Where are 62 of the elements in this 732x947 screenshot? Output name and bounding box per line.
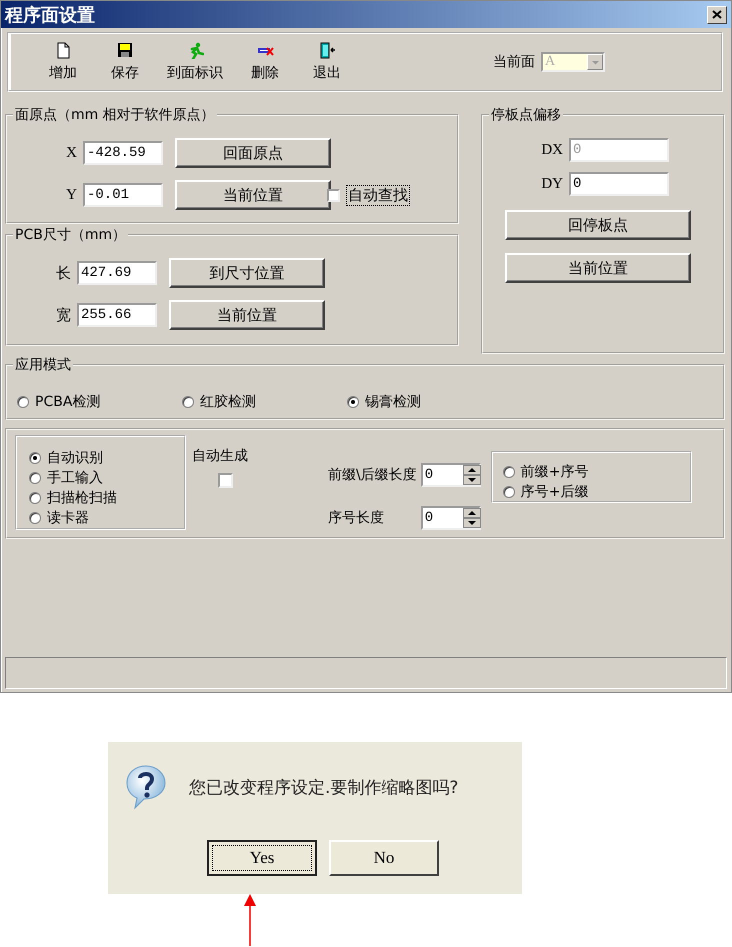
field-label: Y (65, 186, 77, 204)
radio-button[interactable] (502, 486, 515, 498)
radio-label: 手工输入 (47, 468, 103, 486)
arrow-annotation (244, 894, 256, 946)
action-button[interactable]: 回面原点 (175, 138, 331, 168)
checkbox-label: 自动查找 (346, 184, 410, 206)
toolbar-button[interactable]: 到面标识 (161, 40, 229, 84)
radio-button[interactable] (29, 472, 41, 484)
toolbar-button[interactable]: 退出 (301, 40, 353, 84)
door-icon (318, 42, 336, 59)
checkbox[interactable] (327, 188, 340, 202)
radio-button[interactable] (182, 396, 194, 408)
field-label: DY (540, 176, 563, 192)
action-button[interactable]: 当前位置 (505, 253, 691, 283)
radio-button[interactable] (29, 492, 41, 504)
field-label: 前缀\后缀长度 (328, 466, 417, 484)
input-field[interactable]: -0.01 (83, 183, 163, 207)
floppy-icon (116, 42, 134, 59)
input-field[interactable]: 427.69 (77, 261, 157, 285)
radio-label: PCBA检测 (35, 393, 100, 411)
field-label: 宽 (55, 306, 71, 324)
radio-label: 红胶检测 (200, 393, 256, 411)
field-label: 长 (55, 264, 71, 282)
radio-button[interactable] (502, 466, 515, 478)
radio-label: 自动识别 (47, 448, 103, 466)
radio-label: 读卡器 (47, 508, 89, 526)
radio-label: 序号+后缀 (520, 483, 588, 501)
checkbox[interactable] (218, 473, 233, 488)
radio-button[interactable] (17, 396, 29, 408)
close-button[interactable] (707, 6, 727, 24)
toolbar-button[interactable]: 保存 (99, 40, 151, 84)
radio-label: 前缀+序号 (520, 463, 588, 481)
dialog-button[interactable]: No (329, 840, 439, 876)
group-title: 面原点（mm 相对于软件原点） (13, 106, 217, 124)
question-icon (125, 764, 167, 810)
field-label: 当前面 (493, 53, 535, 71)
radio-label: 扫描枪扫描 (47, 488, 117, 506)
radio-label: 锡膏检测 (365, 393, 421, 411)
radio-button[interactable] (29, 512, 41, 524)
input-field[interactable]: 0 (569, 172, 669, 196)
window-title: 程序面设置 (5, 4, 95, 26)
input-field[interactable]: 255.66 (77, 303, 157, 327)
field-label: 序号长度 (328, 508, 385, 527)
checkbox-label: 自动生成 (192, 447, 248, 465)
message-text: 您已改变程序设定.要制作缩略图吗? (189, 776, 458, 798)
toolbar-button[interactable]: 删除 (239, 40, 291, 84)
action-button[interactable]: 到尺寸位置 (169, 258, 325, 288)
radio-button[interactable] (347, 396, 359, 408)
action-button[interactable]: 当前位置 (169, 300, 325, 330)
group-title: 停板点偏移 (489, 106, 563, 124)
field-label: DX (540, 142, 563, 158)
group-title: PCB尺寸（mm） (13, 226, 128, 244)
toolbar-button[interactable]: 增加 (37, 40, 89, 84)
radio-button[interactable] (29, 452, 41, 464)
action-button[interactable]: 当前位置 (175, 180, 331, 210)
close-icon (712, 10, 722, 19)
page-icon (54, 42, 72, 59)
action-button[interactable]: 回停板点 (505, 210, 691, 240)
group-title: 应用模式 (13, 356, 73, 374)
input-field[interactable]: -428.59 (83, 141, 163, 165)
dialog-button[interactable]: Yes (207, 840, 317, 876)
field-label: X (65, 144, 77, 162)
